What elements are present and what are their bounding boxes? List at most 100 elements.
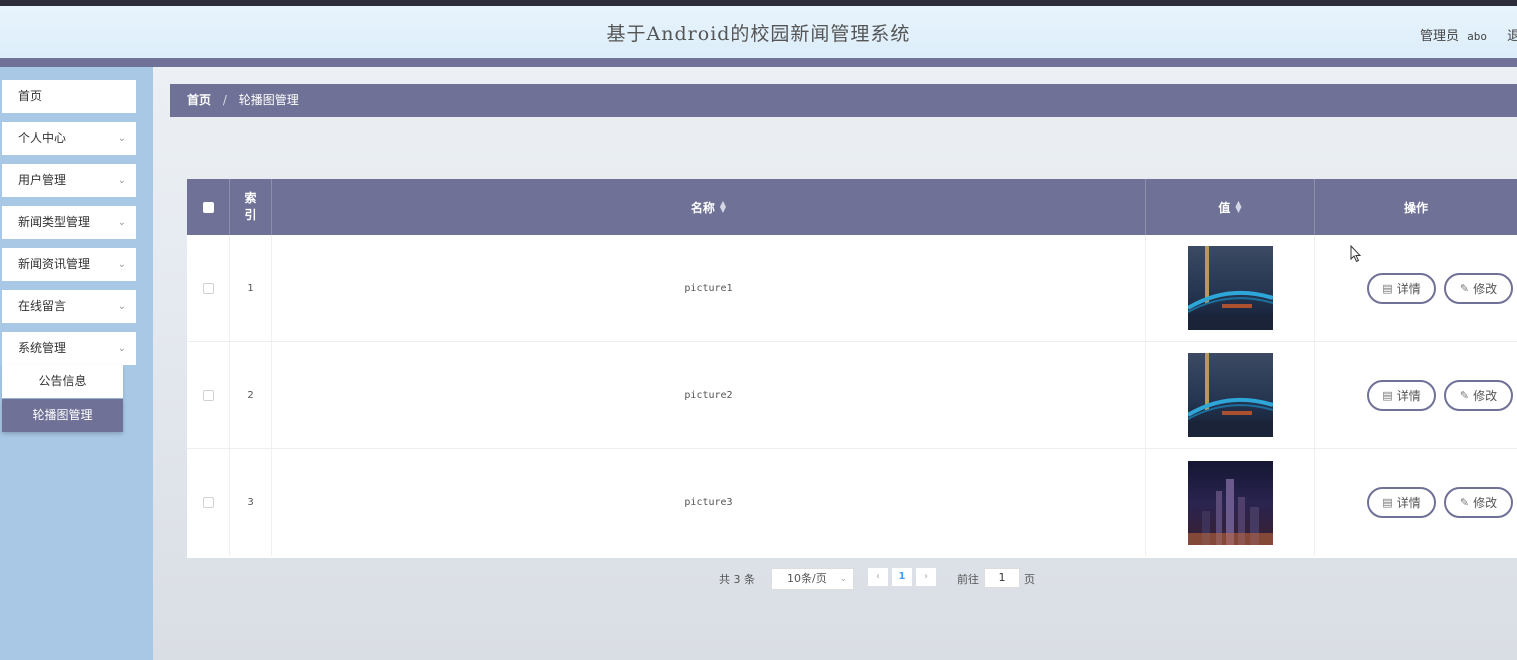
sidebar-item-label: 用户管理 [18,173,67,187]
page-size-select[interactable]: 10条/页 ⌄ [771,568,854,590]
header-actions: 操作 [1315,179,1517,235]
sidebar-item-news-type-management[interactable]: 新闻类型管理 ⌄ [2,206,136,239]
edit-button-label: 修改 [1473,282,1498,296]
edit-button[interactable]: ✎ 修改 [1444,273,1513,304]
chevron-down-icon: ⌄ [117,301,126,312]
logout-link[interactable]: 退 [1507,29,1517,44]
user-area: 管理员 abo 退 [1420,25,1517,44]
edit-button-label: 修改 [1473,389,1498,403]
prev-page-button[interactable]: ‹ [868,568,888,586]
page-size-value: 10条/页 [787,572,827,585]
row-value-cell [1146,449,1315,556]
row-select-cell [187,342,230,448]
chevron-down-icon: ⌄ [117,175,126,186]
header-name[interactable]: 名称 ▲ ▼ [272,179,1146,235]
chevron-left-icon: ‹ [876,571,880,582]
app-header: 基于Android的校园新闻管理系统 管理员 abo 退 [0,6,1517,58]
total-count: 3 [733,573,741,586]
pencil-icon: ✎ [1459,282,1470,295]
total-prefix: 共 [719,573,730,586]
sidebar-item-personal-center[interactable]: 个人中心 ⌄ [2,122,136,155]
sidebar-item-online-message[interactable]: 在线留言 ⌄ [2,290,136,323]
row-checkbox[interactable] [202,389,214,401]
row-select-cell [187,449,230,556]
sidebar-item-label: 在线留言 [18,299,67,313]
pagination: 共 3 条 10条/页 ⌄ ‹ 1 › 前往 1 页 [0,568,1517,592]
header-actions-label: 操作 [1403,200,1428,215]
header-index-label: 索引 [244,191,257,222]
breadcrumb-separator: / [222,93,227,107]
goto-page-input[interactable]: 1 [984,568,1020,588]
sidebar-item-label: 新闻类型管理 [18,215,91,229]
header-name-label: 名称 [690,200,715,215]
submenu-item-carousel-management[interactable]: 轮播图管理 [2,399,123,432]
total-suffix: 条 [744,573,755,586]
sort-icon[interactable]: ▲ ▼ [1235,200,1241,214]
row-name: picture1 [272,235,1146,341]
row-value-cell [1146,342,1315,448]
table-header: 索引 名称 ▲ ▼ 值 ▲ ▼ 操作 [187,179,1517,235]
detail-button-label: 详情 [1396,389,1421,403]
submenu-item-announcement[interactable]: 公告信息 [2,365,123,398]
submenu-item-label: 轮播图管理 [32,408,93,422]
row-index: 3 [230,449,272,556]
row-index: 2 [230,342,272,448]
sidebar-item-system-management[interactable]: 系统管理 ⌄ [2,332,136,365]
detail-button[interactable]: ▤ 详情 [1367,380,1436,411]
chevron-down-icon: ⌄ [117,217,126,228]
row-value-cell [1146,235,1315,341]
sidebar-item-label: 个人中心 [18,131,67,145]
edit-button-label: 修改 [1473,496,1498,510]
header-value-label: 值 [1218,200,1231,215]
breadcrumb-home[interactable]: 首页 [187,93,211,107]
table-row: 1 picture1 ▤ 详情 ✎ 修改 [187,235,1517,342]
mouse-cursor-icon [1350,245,1362,263]
submenu-item-label: 公告信息 [38,374,87,388]
sidebar-item-label: 首页 [18,89,43,103]
chevron-up-icon: ⌄ [117,343,126,354]
edit-button[interactable]: ✎ 修改 [1444,487,1513,518]
row-name: picture2 [272,342,1146,448]
thumbnail-image-city[interactable] [1187,460,1273,545]
header-index: 索引 [230,179,272,235]
header-value[interactable]: 值 ▲ ▼ [1146,179,1315,235]
thumbnail-image-bridge[interactable] [1187,246,1273,330]
row-name: picture3 [272,449,1146,556]
row-checkbox[interactable] [202,282,214,294]
document-icon: ▤ [1382,282,1393,295]
goto-label: 前往 [957,573,979,586]
breadcrumb: 首页 / 轮播图管理 [170,84,1517,117]
thumbnail-image-bridge[interactable] [1187,353,1273,437]
next-page-button[interactable]: › [916,568,936,586]
page-suffix: 页 [1024,573,1035,586]
sidebar-item-home[interactable]: 首页 [2,80,136,113]
document-icon: ▤ [1382,389,1393,402]
pagination-total: 共 3 条 [719,571,755,587]
header-band [0,58,1517,67]
row-index: 1 [230,235,272,341]
table-row: 3 picture3 ▤ 详情 ✎ 修改 [187,449,1517,556]
sidebar-item-label: 新闻资讯管理 [18,257,91,271]
chevron-down-icon: ⌄ [117,259,126,270]
header-select-all-cell [187,179,230,235]
row-checkbox[interactable] [202,497,214,508]
pencil-icon: ✎ [1459,496,1470,509]
sidebar-item-news-management[interactable]: 新闻资讯管理 ⌄ [2,248,136,281]
detail-button[interactable]: ▤ 详情 [1367,487,1436,518]
sidebar-item-user-management[interactable]: 用户管理 ⌄ [2,164,136,197]
data-table: 索引 名称 ▲ ▼ 值 ▲ ▼ 操作 1 picture1 ▤ 详情 ✎ 修改 … [187,179,1517,558]
username: abo [1467,30,1488,43]
select-all-checkbox[interactable] [202,201,214,213]
pencil-icon: ✎ [1459,389,1470,402]
row-actions-cell: ▤ 详情 ✎ 修改 [1315,235,1517,341]
detail-button-label: 详情 [1396,282,1421,296]
edit-button[interactable]: ✎ 修改 [1444,380,1513,411]
app-title: 基于Android的校园新闻管理系统 [606,23,911,45]
row-actions-cell: ▤ 详情 ✎ 修改 [1315,342,1517,448]
chevron-down-icon: ⌄ [117,133,126,144]
user-role-label: 管理员 [1420,29,1460,44]
sort-icon[interactable]: ▲ ▼ [720,200,726,214]
page-number-button[interactable]: 1 [892,568,912,586]
breadcrumb-current: 轮播图管理 [238,93,299,107]
detail-button[interactable]: ▤ 详情 [1367,273,1436,304]
